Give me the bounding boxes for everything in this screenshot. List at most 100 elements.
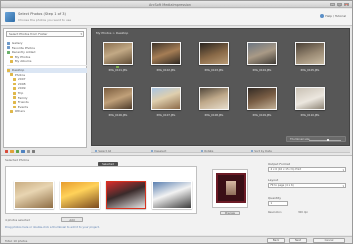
photo-thumbnail[interactable]: IMG_0109.JPG: [246, 87, 278, 123]
photo-image: [103, 42, 133, 65]
info-icon[interactable]: [31, 149, 36, 154]
photo-image: [295, 42, 325, 65]
selected-photo[interactable]: [106, 181, 146, 209]
selected-toggle-button[interactable]: Selected: [98, 162, 118, 167]
photo-thumbnail[interactable]: IMG_0101.JPG: [102, 42, 134, 78]
selected-photo[interactable]: [14, 181, 54, 209]
quantity-stepper[interactable]: 1: [268, 201, 288, 206]
rotate-button[interactable]: Rotate: [201, 149, 213, 153]
photo-caption: IMG_0101.JPG: [108, 68, 128, 72]
folder-icon: [13, 101, 17, 104]
photo-caption: IMG_0108.JPG: [204, 113, 224, 117]
photo-thumbnail[interactable]: IMG_0110.JPG: [294, 87, 326, 123]
photo-caption: IMG_0102.JPG: [156, 68, 176, 72]
sort-label: Sort by Date: [254, 148, 272, 153]
folder-icon: [7, 68, 11, 72]
add-icon[interactable]: [15, 149, 20, 154]
photo-caption: IMG_0106.JPG: [108, 113, 128, 117]
photo-thumbnail[interactable]: IMG_0107.JPG: [150, 87, 182, 123]
photo-image: [247, 42, 277, 65]
tree-item-label: Others: [14, 109, 25, 114]
folder-icon: [10, 73, 14, 77]
zoom-slider-track[interactable]: [309, 138, 341, 142]
refresh-icon[interactable]: [21, 149, 25, 154]
sort-button[interactable]: Sort by Date: [251, 149, 272, 153]
photo-image: [151, 42, 181, 65]
preview-frame: [212, 169, 248, 208]
selected-photo[interactable]: [152, 181, 192, 209]
back-button[interactable]: Back: [267, 238, 285, 243]
photo-caption: IMG_0110.JPG: [300, 113, 320, 117]
folder-icon: [13, 82, 17, 86]
step-title: Select Photos (Step 1 of 3): [18, 12, 66, 16]
zoom-slider-handle[interactable]: [326, 138, 329, 142]
photo-thumbnail[interactable]: IMG_0105.JPG: [294, 42, 326, 78]
resolution-label: Resolution: [268, 211, 282, 214]
photo-image: [199, 87, 229, 110]
window-controls: – □ ×: [330, 2, 349, 6]
close-button[interactable]: ×: [344, 2, 349, 6]
preview-button[interactable]: Preview: [220, 211, 240, 216]
photo-image: [199, 42, 229, 65]
step-subtitle: Choose the photos you want to use: [18, 18, 72, 22]
help-icon: [319, 14, 324, 18]
folder-icon: [13, 78, 17, 81]
layout-select[interactable]: Fit to page (4 x 6): [268, 183, 346, 188]
album-icon: [10, 60, 14, 64]
folder-icon: [13, 87, 17, 91]
info-text: Drag photos here or double-click a thumb…: [5, 225, 100, 229]
gallery-icon: [7, 41, 11, 45]
select-all-label: Select All: [98, 148, 112, 153]
gallery-toolbar: Select All Deselect Rotate Sort by Date: [91, 147, 350, 153]
tree-item-others[interactable]: Others: [7, 109, 87, 114]
layout-label: Layout: [268, 178, 279, 182]
section-title: Selected Photos: [5, 158, 30, 162]
breadcrumb: My Photos > Desktop: [96, 31, 129, 35]
photo-caption: IMG_0104.JPG: [252, 68, 272, 72]
status-bar: Total: 10 photos Back Next Cancel: [1, 236, 352, 243]
folder-tree-panel: Select Photos from Folder Gallery Favori…: [3, 28, 87, 148]
source-dropdown[interactable]: Select Photos from Folder: [6, 31, 84, 38]
add-button[interactable]: Add: [61, 217, 83, 222]
tree-item-my-albums[interactable]: My Albums: [7, 59, 87, 64]
help-link-label: Help / Tutorial: [325, 14, 346, 18]
settings-icon[interactable]: [26, 149, 30, 154]
rotate-label: Rotate: [204, 148, 214, 153]
photo-thumbnail[interactable]: IMG_0103.JPG: [198, 42, 230, 78]
select-all-button[interactable]: Select All: [95, 149, 111, 153]
preview-image: [216, 173, 246, 203]
thumbnail-size-control: Thumbnail size: [286, 136, 346, 142]
selected-photo[interactable]: [60, 181, 100, 209]
star-icon: [7, 46, 11, 50]
title-bar: ArcSoft MediaImpression – □ ×: [1, 1, 352, 8]
delete-icon[interactable]: [5, 149, 9, 154]
deselect-button[interactable]: Deselect: [151, 149, 166, 153]
next-button[interactable]: Next: [289, 238, 307, 243]
step-header: Select Photos (Step 1 of 3) Choose the p…: [1, 9, 352, 26]
new-folder-icon[interactable]: [10, 149, 14, 154]
help-link[interactable]: Help / Tutorial: [319, 14, 346, 18]
photo-caption: IMG_0107.JPG: [156, 113, 176, 117]
tree-divider: [7, 65, 87, 67]
photo-thumbnail[interactable]: IMG_0104.JPG: [246, 42, 278, 78]
clock-icon: [7, 51, 11, 54]
window-title: ArcSoft MediaImpression: [149, 2, 192, 7]
minimize-button[interactable]: –: [330, 2, 335, 6]
deselect-label: Deselect: [154, 148, 167, 153]
photo-image: [295, 87, 325, 110]
photo-thumbnail[interactable]: IMG_0102.JPG: [150, 42, 182, 78]
photo-caption: IMG_0109.JPG: [252, 113, 272, 117]
sidebar-toolbar: [3, 149, 87, 154]
photo-thumbnail[interactable]: IMG_0106.JPG: [102, 87, 134, 123]
maximize-button[interactable]: □: [337, 2, 342, 6]
photo-thumbnail[interactable]: IMG_0108.JPG: [198, 87, 230, 123]
selected-photos-strip: Selected: [5, 162, 197, 214]
app-window: ArcSoft MediaImpression – □ × Select Pho…: [0, 0, 353, 244]
quantity-label: Quantity: [268, 196, 281, 200]
photo-image: [103, 87, 133, 110]
output-settings: Output Format 4 x 6 (10 x 15 cm) Print L…: [268, 162, 348, 230]
folder-tree: Gallery Favorite Photos Recently Added M…: [7, 41, 87, 114]
cancel-button[interactable]: Cancel: [313, 238, 345, 243]
output-format-select[interactable]: 4 x 6 (10 x 15 cm) Print: [268, 167, 346, 172]
folder-icon: [13, 105, 17, 109]
